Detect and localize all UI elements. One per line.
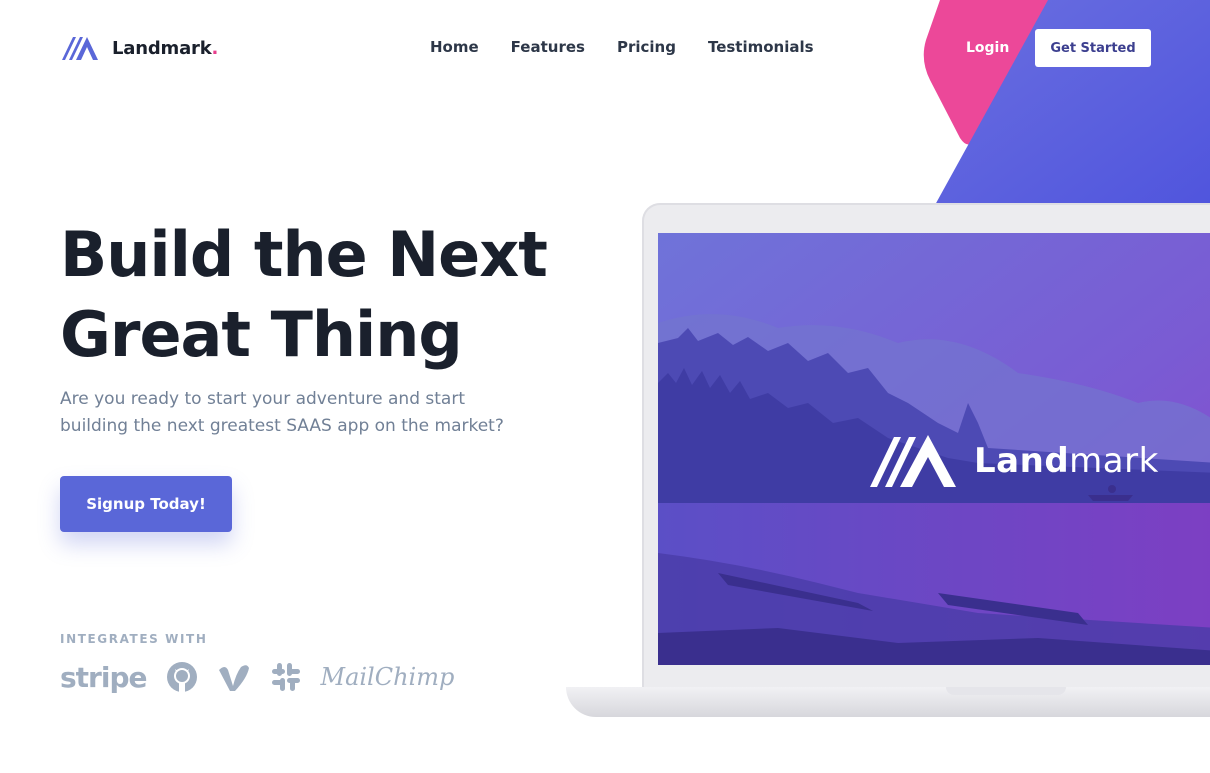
screen-landmark-logo: Landmark (868, 433, 1159, 489)
hero-title-line-2: Great Thing (60, 298, 463, 371)
landmark-logo-icon (870, 435, 956, 487)
laptop-screen: Landmark (658, 233, 1210, 665)
stripe-logo: stripe (60, 660, 147, 694)
slack-icon (271, 663, 300, 691)
integrations-logos: stripe MailChimp (60, 660, 454, 694)
get-started-button[interactable]: Get Started (1035, 29, 1151, 67)
hero-title: Build the Next Great Thing (60, 215, 580, 375)
nav-pricing-link[interactable]: Pricing (617, 38, 676, 56)
laptop-mockup: Landmark (566, 203, 1210, 723)
pink-triangle-shape (923, 0, 1050, 145)
laptop-notch (946, 687, 1066, 695)
vimeo-icon (218, 665, 249, 691)
login-link[interactable]: Login (966, 40, 1009, 56)
brand-name: Landmark. (112, 37, 219, 59)
integrates-with-label: INTEGRATES WITH (60, 632, 208, 646)
screen-logo-text: Landmark (974, 441, 1159, 481)
laptop-base (566, 687, 1210, 717)
signup-button[interactable]: Signup Today! (60, 476, 232, 532)
main-nav: Home Features Pricing Testimonials (430, 38, 814, 56)
nav-home-link[interactable]: Home (430, 38, 479, 56)
brand-logo[interactable]: Landmark. (60, 35, 218, 61)
nav-testimonials-link[interactable]: Testimonials (708, 38, 814, 56)
hero-subtitle: Are you ready to start your adventure an… (60, 389, 504, 436)
landing-page: Landmark. Home Features Pricing Testimon… (0, 0, 1210, 773)
hero-title-line-1: Build the Next (60, 218, 548, 291)
mailchimp-logo: MailChimp (320, 663, 455, 691)
landmark-logo-icon (62, 37, 98, 60)
github-icon (166, 662, 197, 692)
nav-features-link[interactable]: Features (511, 38, 585, 56)
